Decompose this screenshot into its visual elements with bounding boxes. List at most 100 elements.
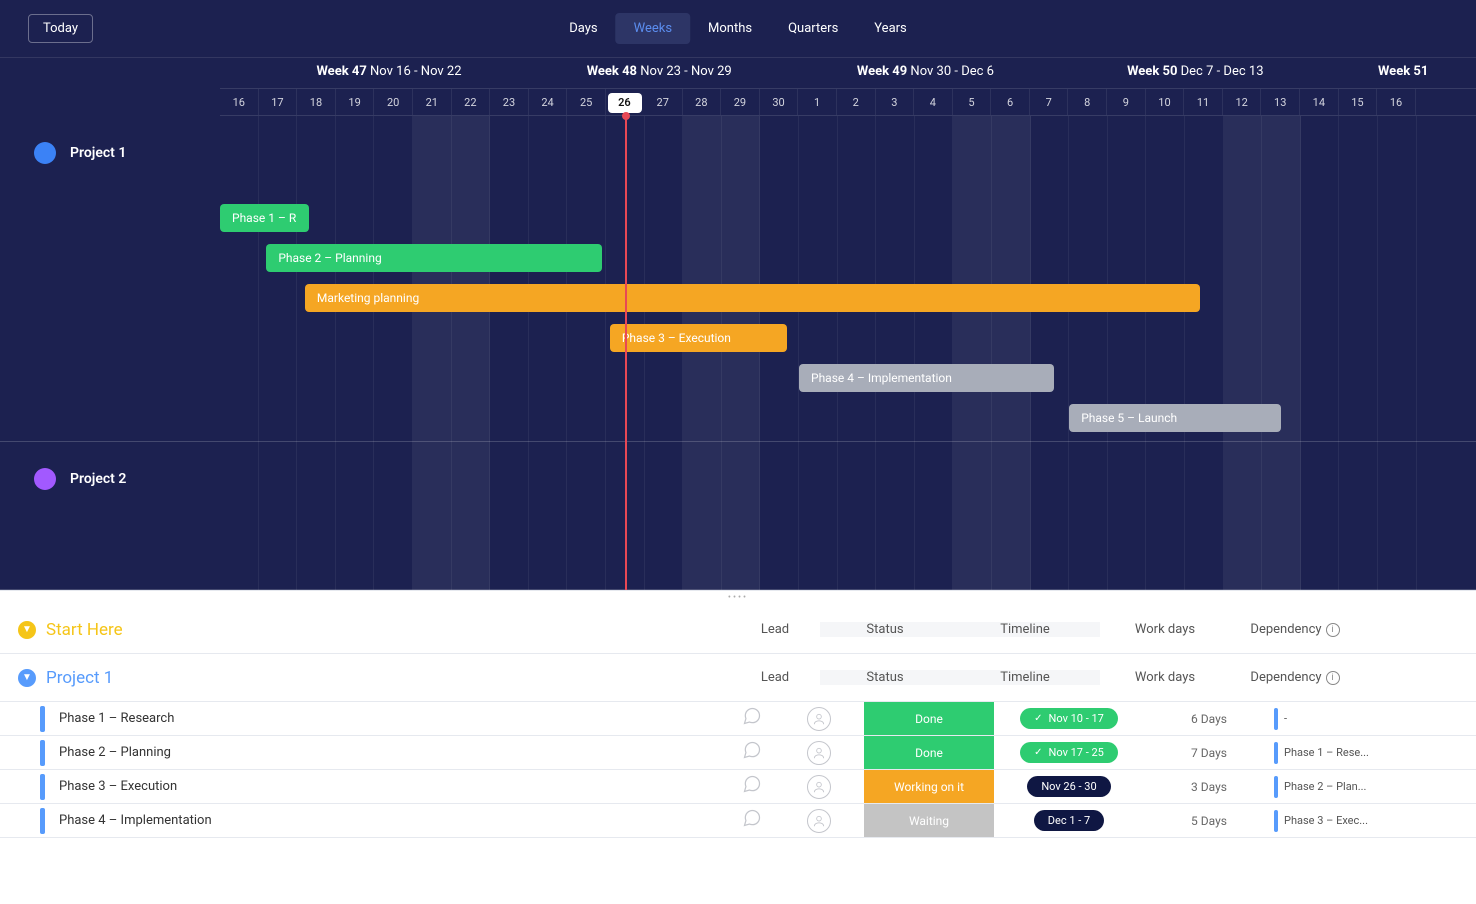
day-cell[interactable]: 30 <box>760 89 799 115</box>
dependency-cell[interactable]: Phase 1 – Rese... <box>1274 742 1404 764</box>
chat-icon[interactable] <box>730 774 774 799</box>
info-icon[interactable]: i <box>1326 623 1340 637</box>
lead-cell[interactable] <box>774 809 864 833</box>
today-button[interactable]: Today <box>28 14 93 43</box>
day-cell[interactable]: 12 <box>1223 89 1262 115</box>
lead-cell[interactable] <box>774 707 864 731</box>
col-timeline: Timeline <box>950 670 1100 685</box>
day-cell[interactable]: 7 <box>1030 89 1069 115</box>
week-label: Week 49 Nov 30 - Dec 6 <box>857 64 994 79</box>
collapse-caret[interactable]: ▼ <box>18 621 36 639</box>
gantt-bar[interactable]: Marketing planning <box>305 284 1201 312</box>
workdays-cell: 6 Days <box>1144 712 1274 726</box>
day-cell[interactable]: 8 <box>1068 89 1107 115</box>
zoom-tab-weeks[interactable]: Weeks <box>616 13 690 44</box>
task-name[interactable]: Phase 4 – Implementation <box>59 813 212 828</box>
timeline-header: Week 47 Nov 16 - Nov 22Week 48 Nov 23 - … <box>220 58 1476 116</box>
task-name[interactable]: Phase 2 – Planning <box>59 745 171 760</box>
day-cell[interactable]: 2 <box>837 89 876 115</box>
timeline-cell[interactable]: Nov 26 - 30 <box>994 776 1144 797</box>
zoom-tab-years[interactable]: Years <box>856 13 924 44</box>
task-name[interactable]: Phase 3 – Execution <box>59 779 177 794</box>
task-row[interactable]: Phase 2 – PlanningDone✓Nov 17 - 257 Days… <box>0 736 1476 770</box>
day-cell[interactable]: 15 <box>1339 89 1378 115</box>
day-cell[interactable]: 14 <box>1300 89 1339 115</box>
zoom-tab-days[interactable]: Days <box>551 13 615 44</box>
day-cell[interactable]: 29 <box>721 89 760 115</box>
row-color-indicator <box>40 706 45 732</box>
row-color-indicator <box>40 740 45 766</box>
day-cell[interactable]: 28 <box>683 89 722 115</box>
col-status: Status <box>820 622 950 637</box>
col-workdays: Work days <box>1100 670 1230 685</box>
dependency-cell[interactable]: Phase 2 – Plan... <box>1274 776 1404 798</box>
gantt-project-name[interactable]: Project 1 <box>70 145 126 161</box>
timeline-cell[interactable]: ✓Nov 17 - 25 <box>994 742 1144 763</box>
timeline-cell[interactable]: ✓Nov 10 - 17 <box>994 708 1144 729</box>
split-handle[interactable]: •••• <box>0 590 1476 606</box>
day-cell[interactable]: 16 <box>220 89 259 115</box>
chat-icon[interactable] <box>730 808 774 833</box>
task-row[interactable]: Phase 1 – Research Done✓Nov 10 - 176 Days… <box>0 702 1476 736</box>
section-start-here: ▼ Start Here Lead Status Timeline Work d… <box>0 606 1476 654</box>
section-project-1: ▼ Project 1 Lead Status Timeline Work da… <box>0 654 1476 702</box>
chat-icon[interactable] <box>730 706 774 731</box>
project-color-dot <box>34 468 56 490</box>
day-cell[interactable]: 5 <box>953 89 992 115</box>
status-cell[interactable]: Working on it <box>864 770 994 803</box>
col-status: Status <box>820 670 950 685</box>
dependency-cell[interactable]: - <box>1274 708 1404 730</box>
gantt-bar[interactable]: Phase 4 – Implementation <box>799 364 1054 392</box>
info-icon[interactable]: i <box>1326 671 1340 685</box>
row-color-indicator <box>40 774 45 800</box>
task-name[interactable]: Phase 1 – Research <box>59 711 174 726</box>
week-label: Week 48 Nov 23 - Nov 29 <box>587 64 732 79</box>
day-cell[interactable]: 11 <box>1184 89 1223 115</box>
col-dependency: Dependencyi <box>1230 670 1360 685</box>
task-row[interactable]: Phase 3 – Execution Working on itNov 26 -… <box>0 770 1476 804</box>
day-cell[interactable]: 23 <box>490 89 529 115</box>
task-row[interactable]: Phase 4 – Implementation WaitingDec 1 - 7… <box>0 804 1476 838</box>
timeline-cell[interactable]: Dec 1 - 7 <box>994 810 1144 831</box>
gantt-bar[interactable]: Phase 1 – R <box>220 204 309 232</box>
project-color-dot <box>34 142 56 164</box>
chat-icon[interactable] <box>730 740 774 765</box>
status-cell[interactable]: Done <box>864 702 994 735</box>
lead-cell[interactable] <box>774 775 864 799</box>
day-cell[interactable]: 21 <box>413 89 452 115</box>
day-cell[interactable]: 17 <box>259 89 298 115</box>
collapse-caret[interactable]: ▼ <box>18 669 36 687</box>
gantt-bar[interactable]: Phase 5 – Launch <box>1069 404 1281 432</box>
day-cell[interactable]: 26 <box>608 93 642 113</box>
day-cell[interactable]: 10 <box>1146 89 1185 115</box>
row-color-indicator <box>40 808 45 834</box>
check-icon: ✓ <box>1034 713 1042 724</box>
section-title[interactable]: Start Here <box>46 620 123 640</box>
zoom-tab-quarters[interactable]: Quarters <box>770 13 856 44</box>
day-cell[interactable]: 16 <box>1377 89 1416 115</box>
dependency-cell[interactable]: Phase 3 – Exec... <box>1274 810 1404 832</box>
day-cell[interactable]: 9 <box>1107 89 1146 115</box>
lead-cell[interactable] <box>774 741 864 765</box>
section-title[interactable]: Project 1 <box>46 668 113 688</box>
gantt-bar[interactable]: Phase 3 – Execution <box>610 324 788 352</box>
col-timeline: Timeline <box>950 622 1100 637</box>
day-cell[interactable]: 22 <box>452 89 491 115</box>
status-cell[interactable]: Waiting <box>864 804 994 837</box>
gantt-project-name[interactable]: Project 2 <box>70 471 126 487</box>
day-cell[interactable]: 13 <box>1261 89 1300 115</box>
day-cell[interactable]: 3 <box>876 89 915 115</box>
status-cell[interactable]: Done <box>864 736 994 769</box>
day-cell[interactable]: 27 <box>644 89 683 115</box>
zoom-tab-months[interactable]: Months <box>690 13 770 44</box>
day-cell[interactable]: 18 <box>297 89 336 115</box>
day-cell[interactable]: 25 <box>567 89 606 115</box>
gantt-bar[interactable]: Phase 2 – Planning <box>266 244 602 272</box>
day-cell[interactable]: 4 <box>914 89 953 115</box>
week-label: Week 51 <box>1378 64 1428 79</box>
day-cell[interactable]: 20 <box>374 89 413 115</box>
day-cell[interactable]: 6 <box>991 89 1030 115</box>
day-cell[interactable]: 1 <box>798 89 837 115</box>
day-cell[interactable]: 24 <box>529 89 568 115</box>
day-cell[interactable]: 19 <box>336 89 375 115</box>
